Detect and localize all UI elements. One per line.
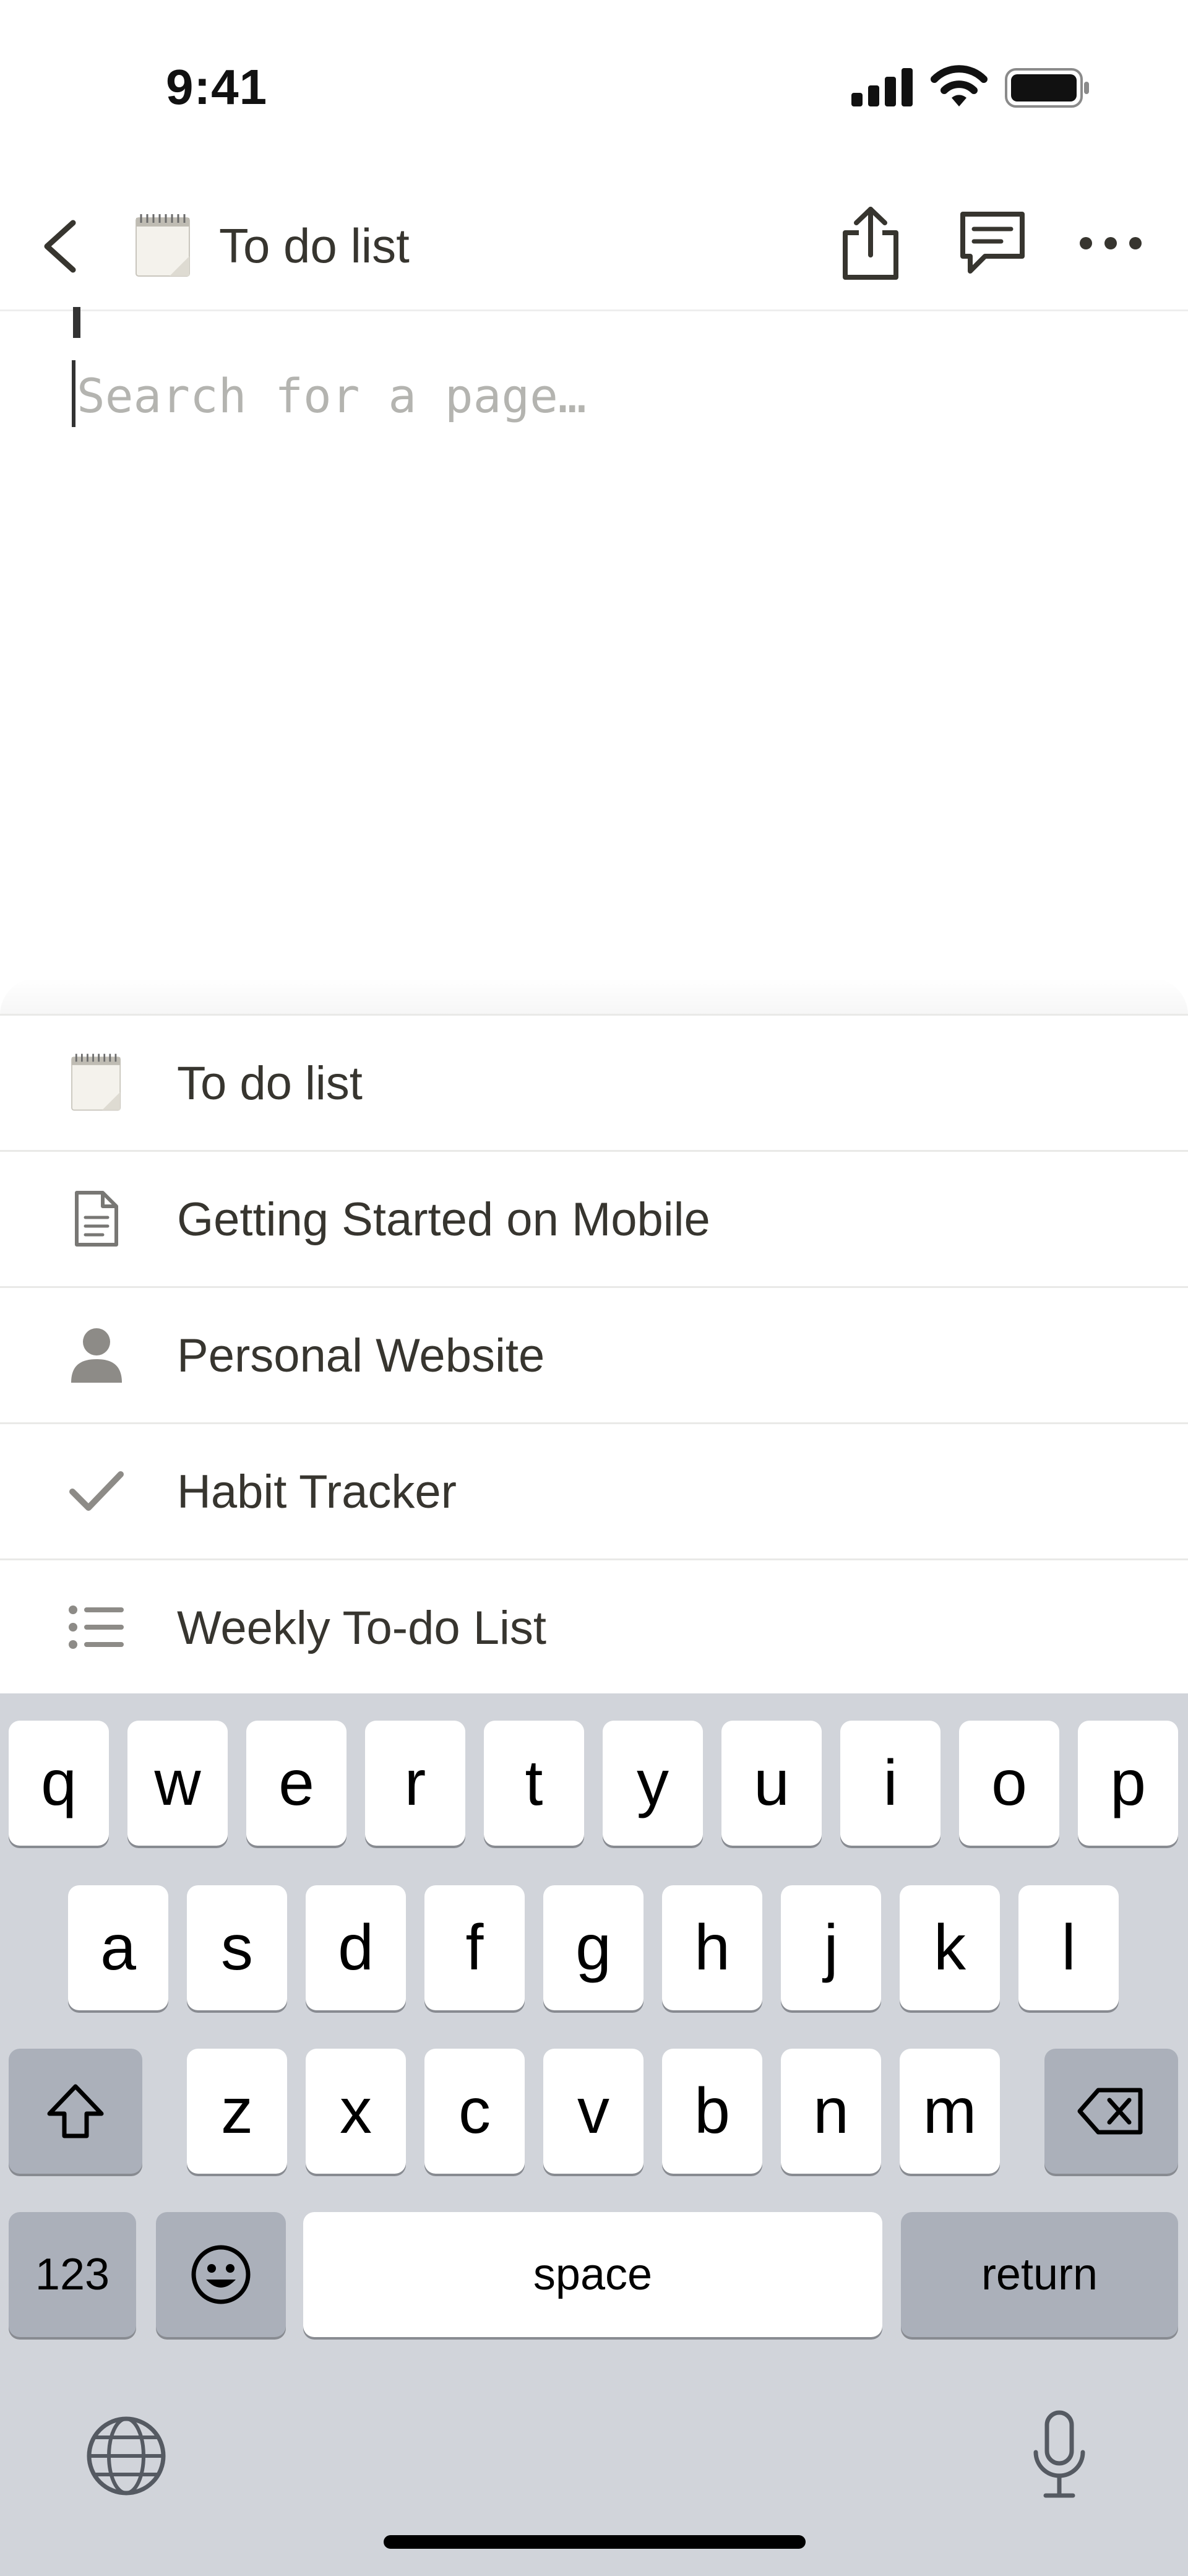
notepad-emoji-icon [136, 214, 190, 277]
key-f[interactable]: f [424, 1885, 525, 2010]
page-search-input[interactable] [77, 361, 1067, 430]
back-chevron-icon[interactable] [38, 215, 80, 277]
key-v[interactable]: v [543, 2049, 644, 2174]
key-d[interactable]: d [306, 1885, 406, 2010]
document-icon [67, 1186, 126, 1251]
key-x[interactable]: x [306, 2049, 406, 2174]
key-q[interactable]: q [9, 1721, 109, 1846]
key-b[interactable]: b [662, 2049, 762, 2174]
backspace-icon [1077, 2088, 1143, 2135]
shift-arrow-icon [47, 2084, 104, 2138]
numbers-key[interactable]: 123 [9, 2212, 136, 2337]
suggestion-item-habit-tracker[interactable]: Habit Tracker [0, 1424, 1188, 1560]
backspace-key[interactable] [1044, 2049, 1178, 2174]
return-key[interactable]: return [901, 2212, 1178, 2337]
key-k[interactable]: k [900, 1885, 1000, 2010]
suggestion-label: To do list [177, 1057, 363, 1110]
suggestion-item-to-do-list[interactable]: To do list [0, 1016, 1188, 1152]
key-u[interactable]: u [721, 1721, 822, 1846]
globe-icon[interactable] [84, 2414, 168, 2498]
key-m[interactable]: m [900, 2049, 1000, 2174]
emoji-key[interactable] [156, 2212, 286, 2337]
key-z[interactable]: z [187, 2049, 287, 2174]
home-indicator[interactable] [384, 2535, 806, 2549]
comment-icon[interactable] [955, 209, 1030, 277]
shift-key[interactable] [9, 2049, 142, 2174]
cellular-signal-icon [851, 68, 913, 106]
key-e[interactable]: e [246, 1721, 346, 1846]
key-c[interactable]: c [424, 2049, 525, 2174]
key-n[interactable]: n [781, 2049, 881, 2174]
key-h[interactable]: h [662, 1885, 762, 2010]
key-s[interactable]: s [187, 1885, 287, 2010]
page-suggestion-list: To do list Getting Started on Mobile Per… [0, 1016, 1188, 1695]
page-title: To do list [219, 218, 410, 273]
share-icon[interactable] [837, 203, 905, 283]
key-g[interactable]: g [543, 1885, 644, 2010]
wifi-icon [931, 65, 988, 106]
bulleted-list-icon [67, 1595, 126, 1659]
key-o[interactable]: o [959, 1721, 1059, 1846]
suggestion-item-personal-website[interactable]: Personal Website [0, 1288, 1188, 1424]
key-t[interactable]: t [484, 1721, 584, 1846]
status-time: 9:41 [166, 59, 268, 115]
emoji-face-icon [191, 2245, 251, 2304]
on-screen-keyboard: q w e r t y u i o p a s d f g h j k l z … [0, 1693, 1188, 2576]
person-icon [67, 1323, 126, 1387]
nav-divider [0, 309, 1188, 311]
suggestion-panel-shadow [0, 978, 1188, 1015]
microphone-icon[interactable] [1030, 2409, 1089, 2502]
suggestion-label: Getting Started on Mobile [177, 1193, 710, 1246]
suggestion-item-getting-started[interactable]: Getting Started on Mobile [0, 1152, 1188, 1288]
more-options-icon[interactable] [1077, 234, 1145, 253]
key-l[interactable]: l [1018, 1885, 1119, 2010]
key-i[interactable]: i [840, 1721, 940, 1846]
key-p[interactable]: p [1078, 1721, 1178, 1846]
key-j[interactable]: j [781, 1885, 881, 2010]
text-caret [72, 360, 75, 427]
suggestion-item-weekly-to-do[interactable]: Weekly To-do List [0, 1560, 1188, 1695]
key-w[interactable]: w [127, 1721, 228, 1846]
quote-bar-fragment [73, 307, 80, 338]
key-a[interactable]: a [68, 1885, 168, 2010]
suggestion-label: Weekly To-do List [177, 1602, 547, 1654]
suggestion-label: Habit Tracker [177, 1466, 457, 1518]
battery-icon [1005, 68, 1089, 108]
checkmark-icon [67, 1459, 126, 1523]
key-y[interactable]: y [603, 1721, 703, 1846]
space-key[interactable]: space [303, 2212, 882, 2337]
notepad-emoji-icon [67, 1050, 126, 1115]
key-r[interactable]: r [365, 1721, 465, 1846]
suggestion-label: Personal Website [177, 1329, 545, 1382]
